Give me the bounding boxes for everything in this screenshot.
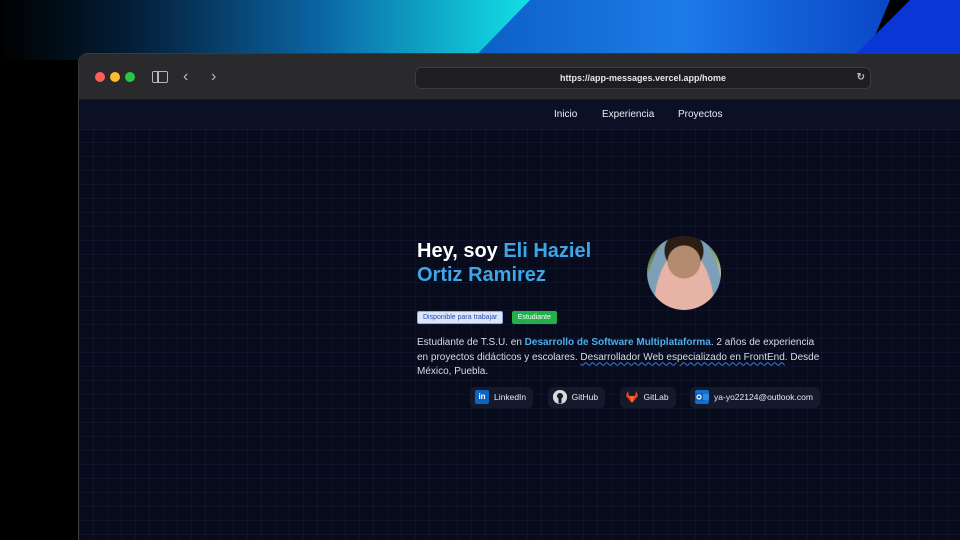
hero-name-first: Eli Haziel xyxy=(503,240,592,262)
nav-link-inicio[interactable]: Inicio xyxy=(554,100,577,130)
desc-text-1: Estudiante de T.S.U. en xyxy=(417,337,525,348)
linkedin-link[interactable]: in LinkedIn xyxy=(470,387,534,408)
back-icon[interactable]: ‹ xyxy=(183,67,188,87)
gitlab-label: GitLab xyxy=(643,392,669,402)
minimize-window-button[interactable] xyxy=(110,72,120,82)
status-badges: Disponible para trabajar Estudiante xyxy=(417,311,561,329)
wallpaper-blue-band xyxy=(470,0,890,60)
outlook-icon xyxy=(695,389,710,404)
avatar xyxy=(647,236,721,310)
browser-window: ‹ › https://app-messages.vercel.app/home… xyxy=(78,53,960,540)
wallpaper-cyan-band xyxy=(0,0,530,60)
forward-icon[interactable]: › xyxy=(211,67,216,87)
github-label: GitHub xyxy=(571,392,599,402)
email-label: ya-yo22124@outlook.com xyxy=(714,392,813,402)
github-icon xyxy=(552,389,567,404)
desc-underlined: Desarrollador Web especializado en Front… xyxy=(580,351,785,363)
nav-link-proyectos[interactable]: Proyectos xyxy=(678,100,722,130)
wallpaper xyxy=(0,0,960,60)
desc-highlight: Desarrollo de Software Multiplataforma xyxy=(524,337,711,348)
close-window-button[interactable] xyxy=(95,72,105,82)
github-link[interactable]: GitHub xyxy=(547,387,606,408)
sidebar-toggle-icon[interactable] xyxy=(152,71,168,83)
badge-student: Estudiante xyxy=(511,311,557,324)
linkedin-icon: in xyxy=(475,389,489,404)
hero-name-last: Ortiz Ramirez xyxy=(417,264,546,286)
hero-title: Hey, soy Eli Haziel Ortiz Ramirez xyxy=(417,239,627,287)
badge-available: Disponible para trabajar xyxy=(417,311,504,324)
email-link[interactable]: ya-yo22124@outlook.com xyxy=(690,387,820,408)
page-content: Inicio Experiencia Proyectos Hey, soy El… xyxy=(79,100,960,540)
address-bar[interactable]: https://app-messages.vercel.app/home ↻ xyxy=(415,67,871,89)
url-text: https://app-messages.vercel.app/home xyxy=(559,73,727,83)
gitlab-link[interactable]: GitLab xyxy=(619,387,676,408)
site-nav: Inicio Experiencia Proyectos xyxy=(79,100,960,130)
hero-description: Estudiante de T.S.U. en Desarrollo de So… xyxy=(417,336,827,380)
hero-greeting: Hey, soy xyxy=(417,240,504,262)
reload-icon[interactable]: ↻ xyxy=(857,68,865,88)
gitlab-icon xyxy=(625,390,639,404)
nav-link-experiencia[interactable]: Experiencia xyxy=(602,100,654,130)
browser-toolbar: ‹ › https://app-messages.vercel.app/home… xyxy=(79,54,960,100)
zoom-window-button[interactable] xyxy=(125,72,135,82)
social-links: in LinkedIn GitHub GitLab ya-yo22124@outl… xyxy=(470,387,830,408)
linkedin-label: LinkedIn xyxy=(494,392,527,402)
